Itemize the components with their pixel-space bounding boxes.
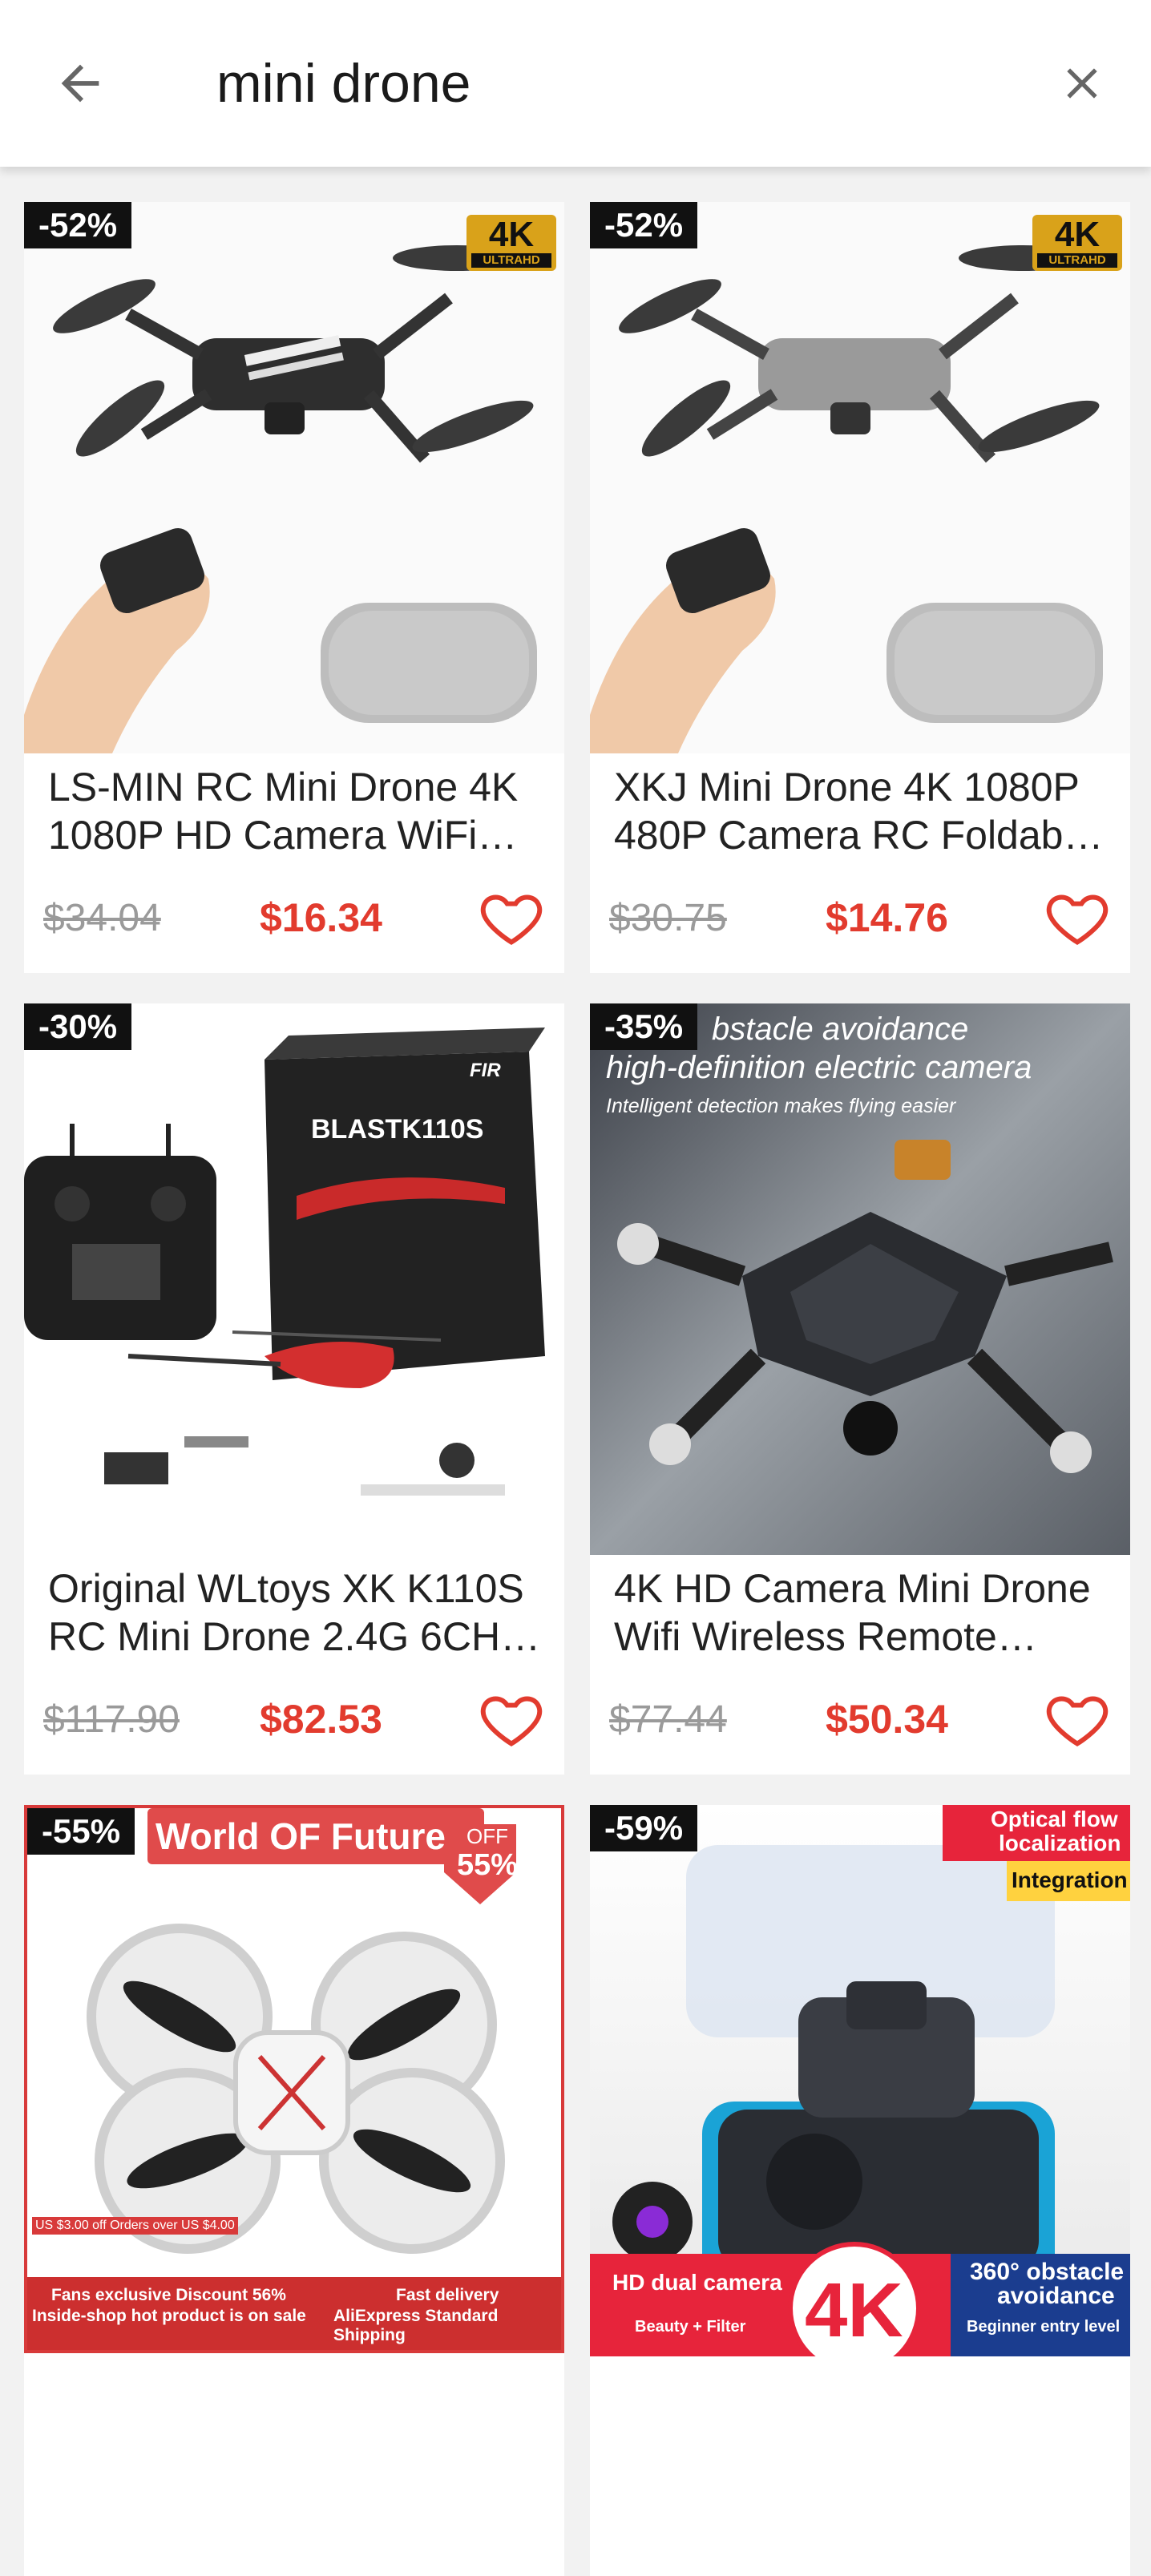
off-value: 55% xyxy=(457,1848,519,1882)
tag-right-2: avoidance xyxy=(997,2283,1115,2309)
original-price: $34.04 xyxy=(43,897,161,939)
search-query[interactable]: mini drone xyxy=(216,50,471,117)
tag-integration: Integration xyxy=(1012,1867,1128,1892)
sale-price: $82.53 xyxy=(260,1697,382,1742)
search-header: mini drone xyxy=(0,0,1151,167)
sale-price: $16.34 xyxy=(260,895,382,940)
discount-badge: -35% xyxy=(590,1003,698,1050)
4k-badge: 4K ULTRAHD xyxy=(466,215,556,271)
arrow-left-icon xyxy=(61,64,99,103)
discount-badge: -52% xyxy=(24,202,132,248)
product-image[interactable]: -52% 4K ULTRAHD xyxy=(24,202,564,753)
clear-button[interactable] xyxy=(1050,51,1114,115)
promo-banner: World OF Future xyxy=(155,1815,446,1857)
tag-center: 4K xyxy=(805,2267,903,2353)
footer-right-2: AliExpress Standard Shipping xyxy=(333,2307,499,2344)
heart-outline-icon[interactable] xyxy=(1044,883,1111,951)
product-card[interactable]: World OF Future OFF 55% US $3.00 off Ord… xyxy=(24,1805,564,2576)
tag-top-1: Optical flow xyxy=(991,1807,1118,1831)
4k-badge: 4K ULTRAHD xyxy=(1032,215,1122,271)
tag-left-sub: Beauty + Filter xyxy=(635,2318,746,2336)
product-image[interactable]: -52% 4K ULTRAHD xyxy=(590,202,1130,753)
overlay-line-2: high-definition electric camera xyxy=(606,1050,1032,1085)
back-button[interactable] xyxy=(48,51,112,115)
footer-right-1: Fast delivery xyxy=(396,2286,499,2304)
tag-right-1: 360° obstacle xyxy=(970,2259,1125,2285)
footer-left-1: Fans exclusive Discount 56% xyxy=(51,2286,286,2304)
close-icon xyxy=(1067,68,1097,99)
original-price: $117.90 xyxy=(43,1698,180,1741)
product-card[interactable]: BLASTK110S FIR -30% Original WLtoys XK K… xyxy=(24,1003,564,1775)
box-logo: FIR xyxy=(470,1060,501,1081)
sale-price: $50.34 xyxy=(826,1697,948,1742)
product-card[interactable]: bstacle avoidance high-definition electr… xyxy=(590,1003,1130,1775)
product-card[interactable]: -52% 4K ULTRAHD LS-MIN RC Mini Drone 4K … xyxy=(24,202,564,973)
tag-left: HD dual camera xyxy=(612,2270,782,2295)
off-label: OFF xyxy=(466,1824,508,1848)
overlay-line-1: bstacle avoidance xyxy=(712,1011,969,1047)
coupon-text: US $3.00 off Orders over US $4.00 xyxy=(32,2217,238,2235)
tag-right-sub: Beginner entry level xyxy=(967,2318,1121,2336)
product-title[interactable]: 4K HD Camera Mini Drone Wifi Wireless Re… xyxy=(614,1565,1111,1661)
product-image[interactable]: World OF Future OFF 55% US $3.00 off Ord… xyxy=(24,1805,564,2353)
original-price: $77.44 xyxy=(609,1698,727,1741)
box-brand: BLASTK110S xyxy=(311,1114,484,1145)
tag-top-2: localization xyxy=(999,1831,1121,1855)
footer-left-2: Inside-shop hot product is on sale xyxy=(32,2307,306,2325)
discount-badge: -30% xyxy=(24,1003,132,1050)
heart-outline-icon[interactable] xyxy=(1044,1685,1111,1752)
product-image[interactable]: Optical flow localization Integration HD… xyxy=(590,1805,1130,2356)
product-image[interactable]: bstacle avoidance high-definition electr… xyxy=(590,1003,1130,1555)
heart-outline-icon[interactable] xyxy=(478,1685,545,1752)
discount-badge: -55% xyxy=(27,1808,135,1855)
discount-badge: -59% xyxy=(590,1805,698,1851)
overlay-line-3: Intelligent detection makes flying easie… xyxy=(606,1095,956,1117)
product-title[interactable]: LS-MIN RC Mini Drone 4K 1080P HD Camera … xyxy=(48,763,545,859)
original-price: $30.75 xyxy=(609,897,727,939)
product-title[interactable]: XKJ Mini Drone 4K 1080P 480P Camera RC F… xyxy=(614,763,1111,859)
sale-price: $14.76 xyxy=(826,895,948,940)
product-image[interactable]: BLASTK110S FIR -30% xyxy=(24,1003,564,1555)
discount-badge: -52% xyxy=(590,202,698,248)
product-card[interactable]: Optical flow localization Integration HD… xyxy=(590,1805,1130,2576)
heart-outline-icon[interactable] xyxy=(478,883,545,951)
product-title[interactable]: Original WLtoys XK K110S RC Mini Drone 2… xyxy=(48,1565,545,1661)
product-card[interactable]: -52% 4K ULTRAHD XKJ Mini Drone 4K 1080P … xyxy=(590,202,1130,973)
